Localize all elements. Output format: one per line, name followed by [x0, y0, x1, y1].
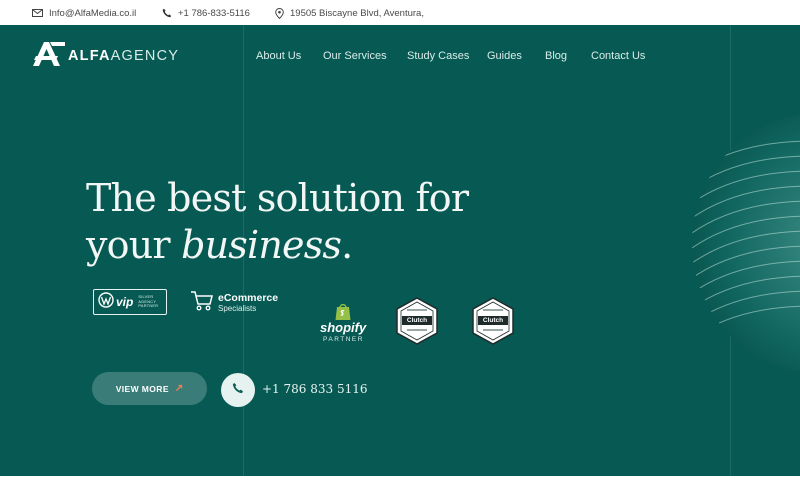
call-button[interactable] [221, 373, 255, 407]
phone-icon [162, 8, 172, 18]
top-contact-bar: Info@AlfaMedia.co.il +1 786-833-5116 195… [0, 0, 800, 25]
nav-about-us[interactable]: About Us [256, 50, 301, 66]
phone-link[interactable]: +1 786-833-5116 [162, 6, 250, 20]
hero-section: ALFAAGENCY About Us Our Services Study C… [0, 25, 800, 476]
headline-line-1: The best solution for [86, 176, 469, 220]
clutch-award-badge: Clutch [471, 297, 515, 345]
wordpress-icon [98, 291, 114, 313]
alfa-logo-mark-icon [32, 41, 66, 72]
arrow-up-right-icon: ↗ [174, 383, 184, 394]
logo-wordmark: ALFAAGENCY [68, 48, 180, 64]
phone-number-link[interactable]: +1 786 833 5116 [262, 382, 367, 396]
address-link[interactable]: 19505 Biscayne Blvd, Aventura, [275, 6, 424, 20]
hero-headline: The best solution for your business. [86, 175, 469, 269]
location-pin-icon [275, 7, 284, 19]
phone-text: +1 786-833-5116 [178, 7, 250, 19]
headline-line-2: your business. [86, 223, 353, 267]
nav-blog[interactable]: Blog [545, 50, 567, 66]
email-text: Info@AlfaMedia.co.il [49, 7, 137, 19]
shopping-cart-icon [190, 290, 214, 317]
wordpress-vip-badge: vip SILVER AGENCY PARTNER [93, 289, 167, 315]
phone-icon [232, 381, 244, 399]
email-link[interactable]: Info@AlfaMedia.co.il [32, 6, 136, 20]
clutch-award-badge: Clutch [395, 297, 439, 345]
nav-study-cases[interactable]: Study Cases [407, 50, 469, 66]
view-more-button[interactable]: VIEW MORE ↗ [92, 372, 207, 405]
nav-guides[interactable]: Guides [487, 50, 522, 66]
page-bottom-strip [0, 476, 800, 480]
nav-our-services[interactable]: Our Services [323, 50, 387, 66]
nav-contact-us[interactable]: Contact Us [591, 50, 645, 66]
decorative-sphere [692, 114, 800, 372]
site-logo[interactable]: ALFAAGENCY [32, 41, 180, 72]
shopify-partner-badge: shopify PARTNER [318, 302, 370, 346]
mail-icon [32, 9, 43, 17]
ecommerce-specialists-badge: eCommerce Specialists [190, 289, 290, 317]
address-text: 19505 Biscayne Blvd, Aventura, [290, 7, 424, 19]
